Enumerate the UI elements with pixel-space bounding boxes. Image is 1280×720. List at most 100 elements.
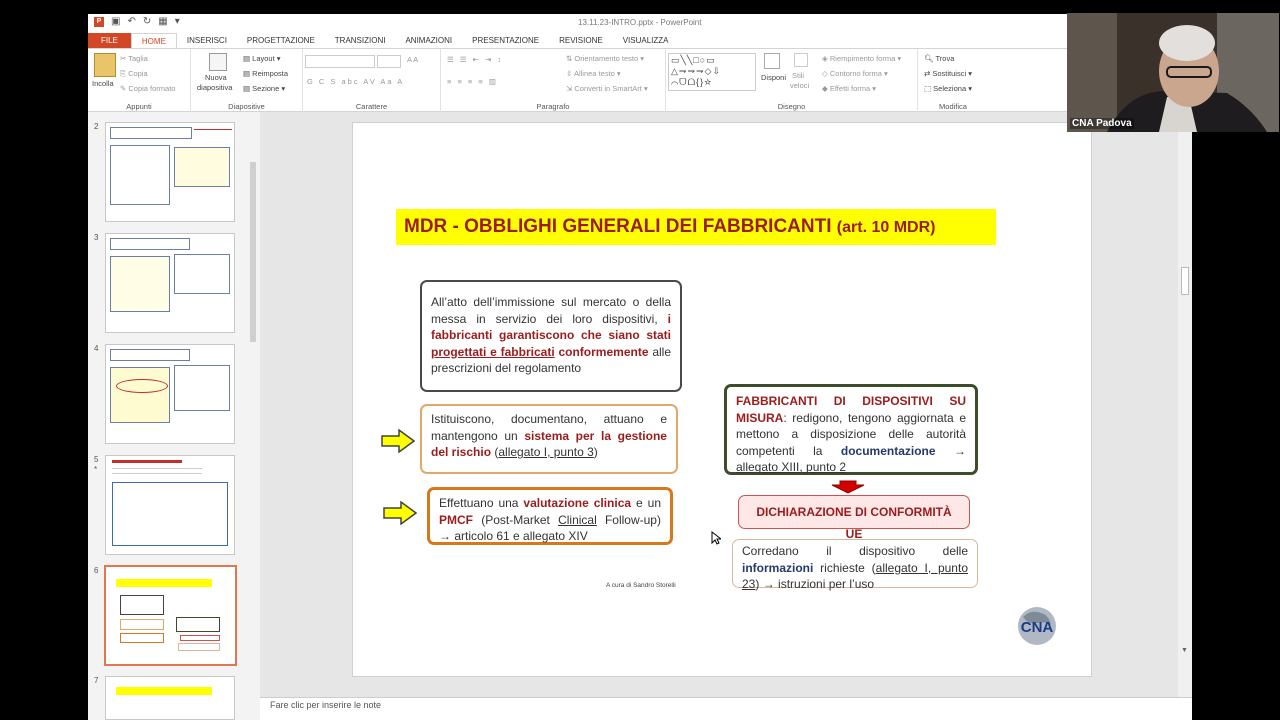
scroll-down-icon[interactable]: ▼ (1181, 647, 1188, 654)
text: informazioni (742, 560, 814, 575)
reset-button[interactable]: ▤ Reimposta (243, 69, 288, 78)
find-button[interactable]: 🔍︎ Trova (924, 54, 954, 63)
group-appunti: Incolla ✂ Taglia ⎘ Copia ✎ Copia formato… (88, 49, 191, 112)
smartart-button[interactable]: ⇲ Converti in SmartArt ▾ (566, 84, 648, 93)
tab-transizioni[interactable]: TRANSIZIONI (325, 33, 396, 48)
yellow-arrow-icon (381, 429, 415, 453)
select-button[interactable]: ⬚ Seleziona ▾ (924, 84, 972, 93)
tab-revisione[interactable]: REVISIONE (549, 33, 613, 48)
cna-logo: CNA (1015, 605, 1059, 652)
thumbnail-number: 5 (94, 455, 99, 464)
list-buttons[interactable]: ☰ ☰ ⇤ ⇥ ↕ (447, 55, 503, 64)
mouse-cursor-icon (711, 531, 721, 545)
ribbon: Incolla ✂ Taglia ⎘ Copia ✎ Copia formato… (88, 48, 1192, 112)
text: progettati e fabbricati (431, 344, 555, 359)
text: allegato XIII, punto 2 (736, 460, 847, 474)
group-label: Disegno (777, 102, 806, 111)
slide-title[interactable]: MDR - OBBLIGHI GENERALI DEI FABBRICANTI … (396, 209, 996, 245)
text: richieste ( (813, 560, 876, 575)
text: documentazione (840, 443, 936, 458)
slide-thumbnail-7[interactable] (105, 676, 235, 720)
layout-button[interactable]: ▤ Layout ▾ (243, 54, 281, 63)
tab-animazioni[interactable]: ANIMAZIONI (395, 33, 462, 48)
arrange-icon[interactable] (764, 53, 780, 69)
align-buttons[interactable]: ≡ ≡ ≡ ≡ ▥ (447, 77, 498, 86)
webcam-feed: CNA Padova (1067, 13, 1279, 132)
new-slide-icon[interactable] (209, 53, 227, 71)
text: Clinical (558, 512, 597, 527)
webcam-label: CNA Padova (1070, 118, 1134, 129)
paste-button[interactable]: Incolla (92, 79, 114, 88)
group-label: Appunti (126, 102, 152, 111)
shape-effects-button[interactable]: ◆ Effetti forma ▾ (822, 84, 876, 93)
format-painter-button[interactable]: ✎ Copia formato (120, 84, 175, 93)
slide-thumbnail-6[interactable] (104, 565, 237, 666)
font-grow-icon[interactable]: A A (407, 55, 418, 64)
information-box[interactable]: Corredano il dispositivo delle informazi… (732, 539, 978, 591)
slide-thumbnail-2[interactable] (105, 122, 235, 222)
slide-scrollbar[interactable]: ▲ ▼ (1178, 112, 1192, 697)
slide-thumbnail-3[interactable] (105, 233, 235, 333)
redo-icon[interactable]: ↻ (143, 16, 151, 27)
replace-button[interactable]: ⇄ Sostituisci ▾ (924, 69, 972, 78)
text: ) → istruzioni per l’uso (755, 577, 875, 591)
text: allegato I, punto 3 (498, 445, 594, 459)
text: PMCF (439, 512, 473, 527)
quick-styles-button[interactable]: Stili (792, 71, 804, 80)
workspace: 2 3 4 5 * 6 7 MDR - OBBLIGHI GENERALI DE… (88, 112, 1192, 720)
text: ) (593, 445, 598, 459)
text: Corredano il dispositivo delle (742, 544, 968, 558)
group-carattere: A A G C S abc AV Aa A Carattere (303, 49, 441, 112)
group-label: Diapositive (228, 102, 265, 111)
undo-icon[interactable]: ↶ (127, 16, 135, 27)
align-text-button[interactable]: ⇳ Allinea testo ▾ (566, 69, 621, 78)
group-diapositive: Nuova diapositiva ▤ Layout ▾ ▤ Reimposta… (191, 49, 303, 112)
tab-progettazione[interactable]: PROGETTAZIONE (237, 33, 325, 48)
arrange-button[interactable]: Disponi (761, 73, 786, 82)
quick-styles-icon[interactable] (794, 53, 808, 67)
obligation-box-clinical-evaluation[interactable]: Effettuano una valutazione clinica e un … (427, 487, 673, 545)
title-bar: P ▣ ↶ ↻ ▦ ▾ 13.11.23-INTRO.pptx - PowerP… (88, 14, 1192, 32)
shapes-gallery[interactable]: ▭╲╲□○▭ △⇁⇁⇁◇⇩ ⌒ᗜᗝ{}☆ (668, 53, 756, 91)
custom-made-devices-box[interactable]: FABBRICANTI DI DISPOSITIVI SU MISURA: re… (724, 384, 978, 475)
section-button[interactable]: ▤ Sezione ▾ (243, 84, 285, 93)
title-text: MDR - OBBLIGHI GENERALI DEI FABBRICANTI (404, 216, 832, 237)
quick-styles-label[interactable]: veloci (790, 81, 809, 90)
save-icon[interactable]: ▣ (111, 16, 120, 27)
notes-pane[interactable]: Fare clic per inserire le note (260, 697, 1192, 720)
quick-access-toolbar: P ▣ ↶ ↻ ▦ ▾ (94, 16, 180, 27)
present-icon[interactable]: ▦ (158, 16, 167, 27)
customize-icon[interactable]: ▾ (175, 16, 180, 27)
notes-placeholder[interactable]: Fare clic per inserire le note (270, 700, 381, 710)
tab-file[interactable]: FILE (88, 33, 131, 48)
copy-button[interactable]: ⎘ Copia (120, 69, 148, 79)
new-slide-label[interactable]: diapositiva (197, 83, 232, 92)
shape-outline-button[interactable]: ◇ Contorno forma ▾ (822, 69, 888, 78)
slide-editor: MDR - OBBLIGHI GENERALI DEI FABBRICANTI … (260, 112, 1192, 720)
text-direction-button[interactable]: ⇅ Orientamento testo ▾ (566, 54, 644, 63)
current-slide[interactable]: MDR - OBBLIGHI GENERALI DEI FABBRICANTI … (352, 122, 1092, 677)
svg-text:CNA: CNA (1021, 619, 1054, 636)
tab-visualizza[interactable]: VISUALIZZA (613, 33, 679, 48)
cut-button[interactable]: ✂ Taglia (120, 54, 148, 63)
tab-inserisci[interactable]: INSERISCI (177, 33, 237, 48)
paste-icon[interactable] (94, 53, 116, 77)
eu-declaration-box[interactable]: DICHIARAZIONE DI CONFORMITÀ UE (738, 495, 970, 541)
thumbnails-scrollbar[interactable] (248, 114, 258, 714)
tab-home[interactable]: HOME (130, 33, 177, 48)
slide-thumbnail-4[interactable] (105, 344, 235, 444)
obligation-box-risk-management[interactable]: Istituiscono, documentano, attuano e man… (420, 404, 678, 474)
text: conformemente (554, 344, 649, 359)
tab-presentazione[interactable]: PRESENTAZIONE (462, 33, 549, 48)
obligation-box-placing-on-market[interactable]: All’atto dell’immissione sul mercato o d… (420, 280, 682, 392)
thumbnail-number: 4 (94, 344, 99, 353)
font-size-input[interactable] (377, 55, 401, 68)
slide-thumbnail-5[interactable] (105, 455, 235, 555)
text: → (935, 443, 966, 458)
shape-fill-button[interactable]: ◈ Riempimento forma ▾ (822, 54, 901, 63)
slide-thumbnails-pane[interactable]: 2 3 4 5 * 6 7 (88, 112, 260, 720)
group-modifica: 🔍︎ Trova ⇄ Sostituisci ▾ ⬚ Seleziona ▾ M… (918, 49, 988, 112)
font-format-buttons[interactable]: G C S abc AV Aa A (307, 77, 404, 86)
font-name-input[interactable] (305, 55, 375, 68)
new-slide-button[interactable]: Nuova (205, 73, 227, 82)
